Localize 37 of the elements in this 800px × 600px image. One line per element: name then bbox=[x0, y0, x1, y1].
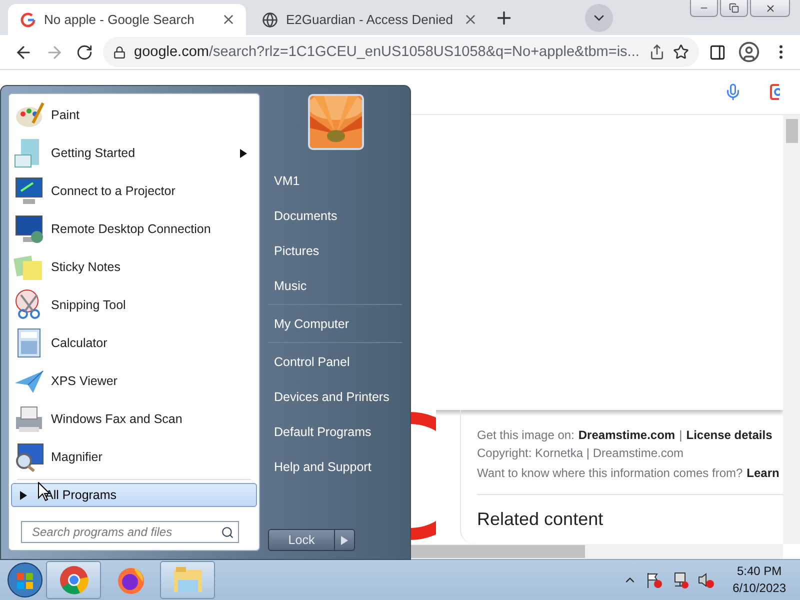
place-item[interactable]: Control Panel bbox=[268, 344, 402, 379]
place-item[interactable]: Documents bbox=[268, 198, 402, 233]
place-item[interactable]: Pictures bbox=[268, 233, 402, 268]
place-item[interactable]: My Computer bbox=[268, 306, 402, 341]
program-item[interactable]: Calculator bbox=[11, 324, 257, 362]
address-bar[interactable]: google.com/search?rlz=1C1GCEU_enUS1058US1058&q=No+apple&tbm=is... bbox=[103, 37, 699, 67]
place-item[interactable]: Help and Support bbox=[268, 449, 402, 484]
place-item[interactable]: Music bbox=[268, 268, 402, 303]
search-field[interactable]: Search programs and files bbox=[21, 521, 239, 543]
program-item[interactable]: Getting Started bbox=[11, 134, 257, 172]
place-item[interactable]: Devices and Printers bbox=[268, 379, 402, 414]
copyright-text: Copyright: Kornetka | Dreamstime.com bbox=[477, 445, 684, 462]
lock-button[interactable]: Lock bbox=[268, 529, 335, 551]
program-item[interactable]: Remote Desktop Connection bbox=[11, 210, 257, 248]
browser-tab[interactable]: No apple - Google Search bbox=[8, 4, 246, 35]
tab-title: E2Guardian - Access Denied bbox=[286, 12, 453, 27]
program-item[interactable]: Connect to a Projector bbox=[11, 172, 257, 210]
clock[interactable]: 5:40 PM 6/10/2023 bbox=[732, 563, 786, 597]
url-text: google.com/search?rlz=1C1GCEU_enUS1058US1058&q=No+apple&tbm=is... bbox=[134, 44, 640, 60]
separator-text: | bbox=[679, 427, 682, 444]
program-item[interactable]: Magnifier bbox=[11, 438, 257, 476]
program-item[interactable]: Sticky Notes bbox=[11, 248, 257, 286]
program-item[interactable]: Windows Fax and Scan bbox=[11, 400, 257, 438]
source-label: Get this image on: bbox=[477, 427, 574, 444]
info-question: Want to know where this information comes from? bbox=[477, 465, 743, 482]
learn-more-link[interactable]: Learn bbox=[746, 464, 780, 482]
source-link[interactable]: Dreamstime.com bbox=[578, 426, 676, 444]
tab-title: No apple - Google Search bbox=[44, 12, 196, 27]
license-link[interactable]: License details bbox=[686, 426, 772, 444]
clock-date: 6/10/2023 bbox=[732, 580, 786, 597]
clock-time: 5:40 PM bbox=[736, 563, 782, 580]
place-item[interactable]: VM1 bbox=[268, 163, 402, 198]
program-item[interactable]: Paint bbox=[11, 96, 257, 134]
program-item[interactable]: XPS Viewer bbox=[11, 362, 257, 400]
program-item[interactable]: Snipping Tool bbox=[11, 286, 257, 324]
place-item[interactable]: Default Programs bbox=[268, 414, 402, 449]
browser-tab[interactable]: E2Guardian - Access Denied bbox=[250, 4, 488, 35]
